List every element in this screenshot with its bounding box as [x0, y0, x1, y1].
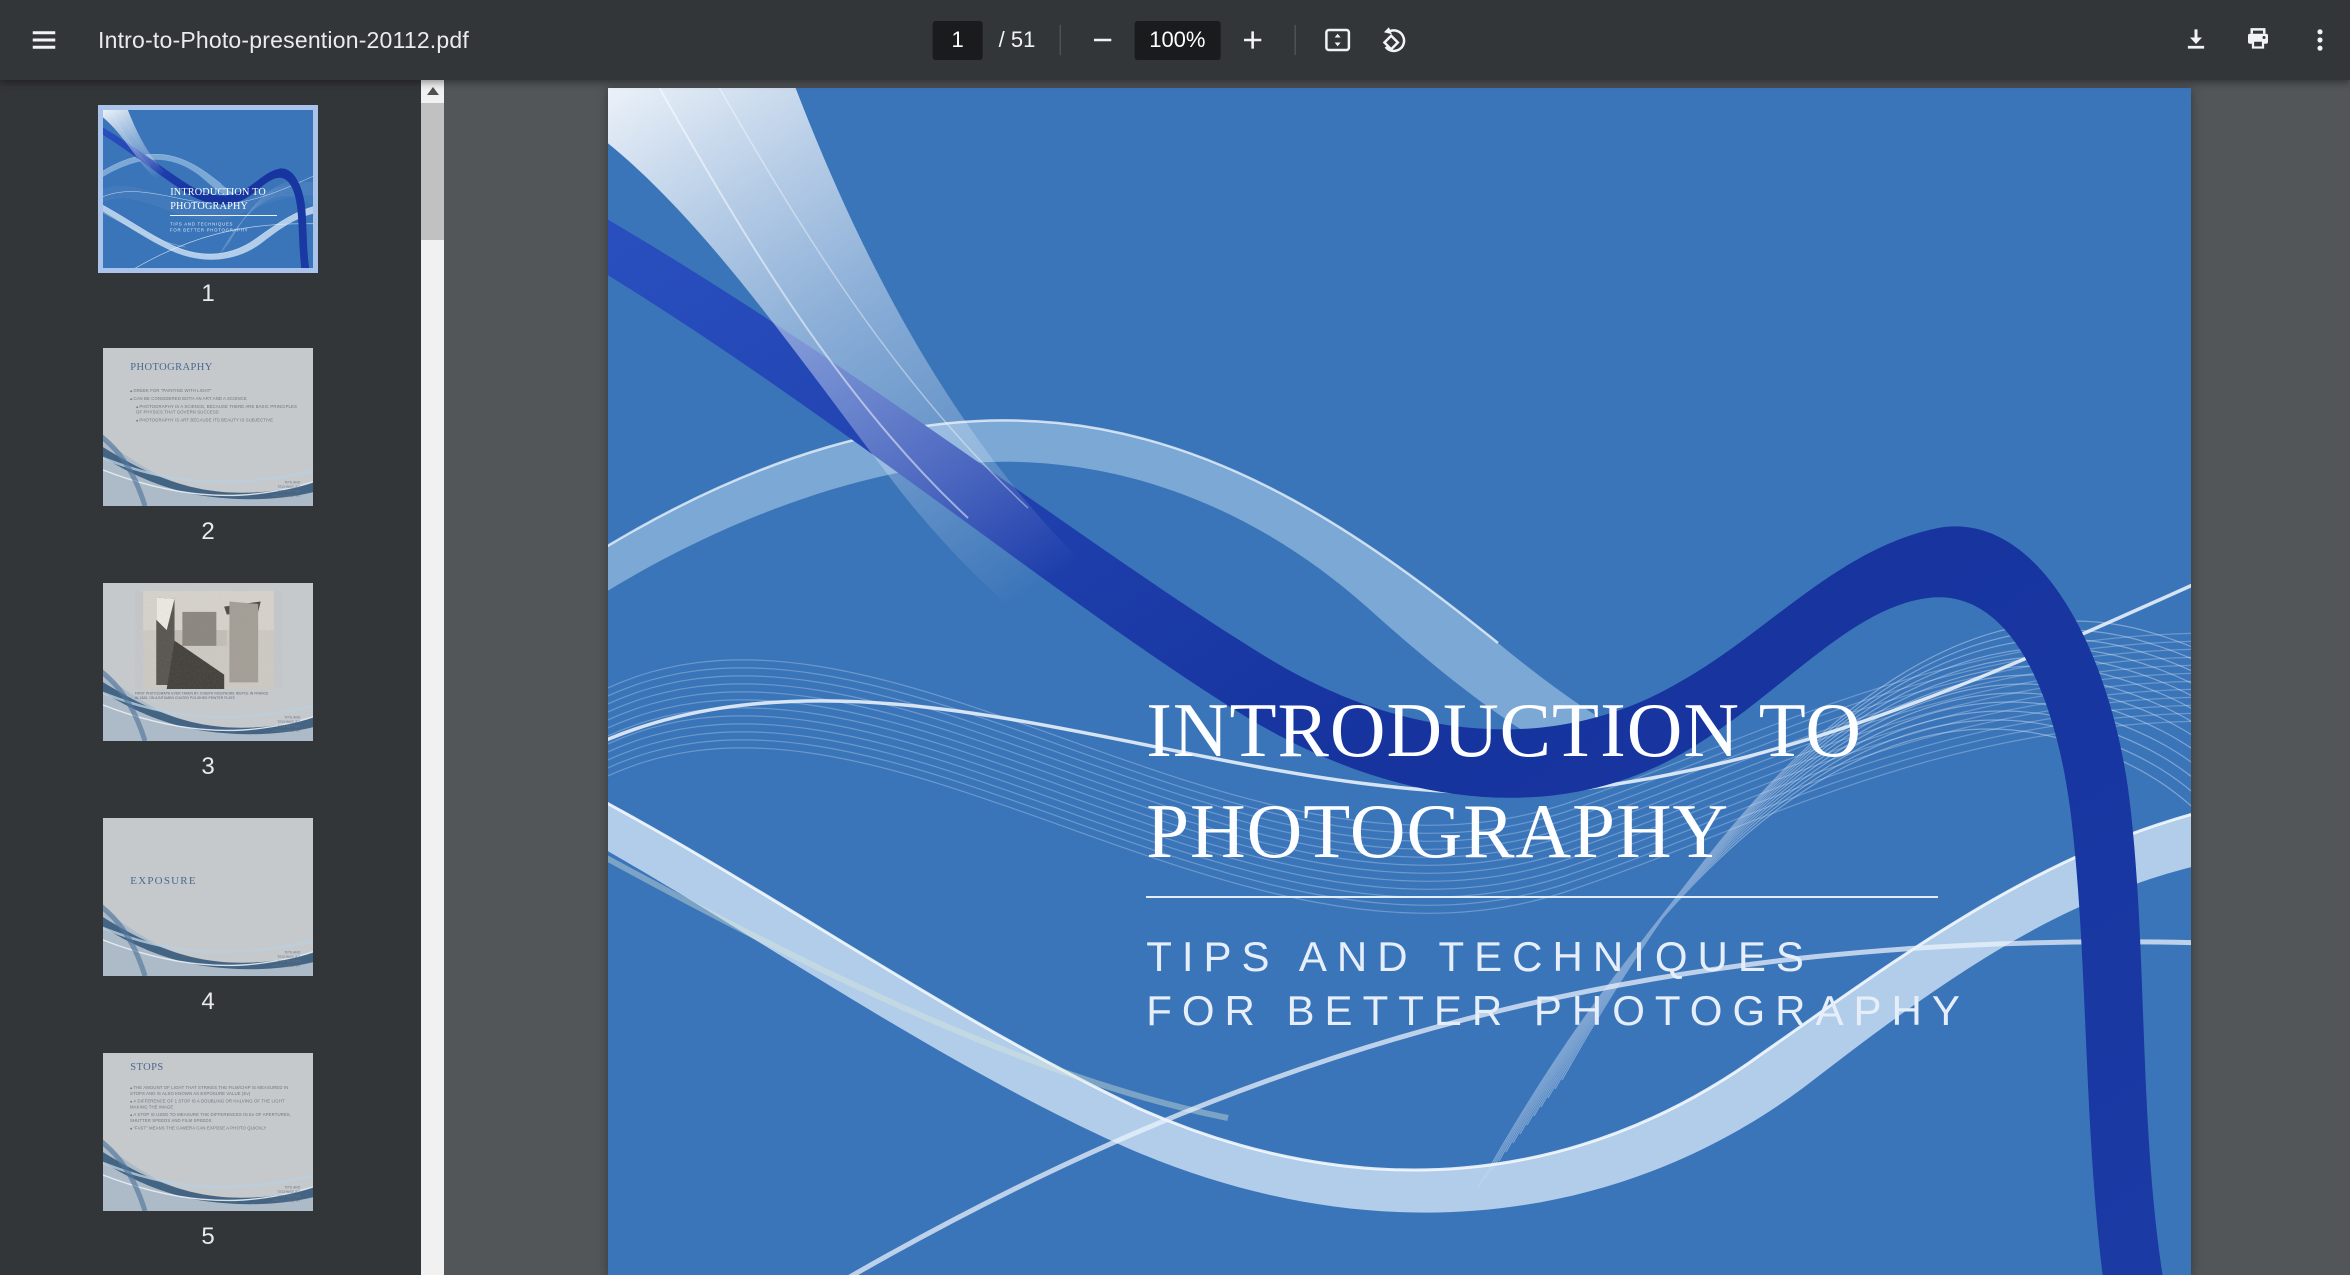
- fit-page-button[interactable]: [1313, 16, 1361, 64]
- print-button[interactable]: [2234, 16, 2282, 64]
- download-icon: [2181, 25, 2211, 55]
- print-icon: [2243, 25, 2273, 55]
- toolbar-divider: [1294, 25, 1295, 55]
- toolbar: Intro-to-Photo-presention-20112.pdf / 51: [0, 0, 2350, 80]
- thumbnail-sidebar: INTRODUCTION TO PHOTOGRAPHY TIPS AND TEC…: [0, 80, 444, 1275]
- thumb2-heading: PHOTOGRAPHY: [130, 362, 212, 373]
- document-viewport: INTRODUCTION TO PHOTOGRAPHY TIPS AND TEC…: [444, 80, 2350, 1275]
- zoom-out-icon: [1089, 27, 1115, 53]
- thumbnail-page-2[interactable]: PHOTOGRAPHY GREEK FOR "PAINTING WITH LIG…: [103, 348, 313, 506]
- thumb1-subtitle: TIPS AND TECHNIQUES FOR BETTER PHOTOGRAP…: [170, 221, 313, 233]
- slide-divider-line: [1146, 896, 1938, 898]
- thumb2-corner-note: TIPS ANDTECHNIQUES FOR BETTERPHOTOGRAPHY: [273, 480, 300, 498]
- pdf-viewer-app: Intro-to-Photo-presention-20112.pdf / 51: [0, 0, 2350, 1275]
- sidebar-scrollbar-track[interactable]: [421, 80, 444, 1275]
- pdf-page-1: INTRODUCTION TO PHOTOGRAPHY TIPS AND TEC…: [608, 88, 2191, 1275]
- historic-photo: [135, 591, 282, 689]
- thumb3-caption: FIRST PHOTOGRAPH EVER TAKEN BY JOSEPH NI…: [135, 692, 314, 701]
- slide-subtitle: TIPS AND TECHNIQUES FOR BETTER PHOTOGRAP…: [1146, 930, 1970, 1039]
- thumbnail-label-4: 4: [103, 988, 313, 1016]
- thumb5-bullets: THE AMOUNT OF LIGHT THAT STRIKES THE FIL…: [130, 1085, 298, 1133]
- thumbnail-page-4[interactable]: EXPOSURE TIPS ANDTECHNIQUES FOR BETTERPH…: [103, 818, 313, 976]
- content-area: INTRODUCTION TO PHOTOGRAPHY TIPS AND TEC…: [0, 80, 2350, 1275]
- thumb4-corner-note: TIPS ANDTECHNIQUES FOR BETTERPHOTOGRAPHY: [273, 950, 300, 968]
- menu-icon: [29, 25, 59, 55]
- thumbnail-page-1[interactable]: INTRODUCTION TO PHOTOGRAPHY TIPS AND TEC…: [98, 105, 318, 273]
- zoom-in-icon: [1239, 27, 1265, 53]
- scrollbar-up-button[interactable]: [421, 80, 444, 102]
- page-count-label: / 51: [999, 27, 1036, 53]
- sidebar-scrollbar-thumb[interactable]: [421, 103, 444, 240]
- zoom-out-button[interactable]: [1078, 16, 1126, 64]
- document-title: Intro-to-Photo-presention-20112.pdf: [98, 27, 469, 54]
- download-button[interactable]: [2172, 16, 2220, 64]
- thumbnail-label-3: 3: [103, 753, 313, 781]
- thumbnail-page-3[interactable]: FIRST PHOTOGRAPH EVER TAKEN BY JOSEPH NI…: [103, 583, 313, 741]
- fit-page-icon: [1322, 25, 1352, 55]
- thumb1-divider-line: [170, 215, 277, 216]
- toolbar-divider: [1059, 25, 1060, 55]
- thumb2-bullets: GREEK FOR "PAINTING WITH LIGHT" CAN BE C…: [130, 388, 298, 425]
- more-options-button[interactable]: [2296, 16, 2344, 64]
- thumb5-corner-note: TIPS ANDTECHNIQUES FOR BETTERPHOTOGRAPHY: [273, 1185, 300, 1203]
- thumbnail-page-5[interactable]: STOPS THE AMOUNT OF LIGHT THAT STRIKES T…: [103, 1053, 313, 1211]
- toolbar-center: / 51: [933, 16, 1418, 64]
- thumb5-heading: STOPS: [130, 1062, 163, 1073]
- slide-title: INTRODUCTION TO PHOTOGRAPHY: [1146, 680, 1862, 882]
- page-number-input[interactable]: [933, 21, 983, 60]
- toolbar-right: [2172, 16, 2344, 64]
- scrollbar-up-arrow-icon: [427, 87, 439, 95]
- thumb3-corner-note: TIPS ANDTECHNIQUES FOR BETTERPHOTOGRAPHY: [273, 715, 300, 733]
- thumb4-heading: EXPOSURE: [130, 875, 196, 887]
- zoom-level-input[interactable]: [1134, 21, 1220, 60]
- rotate-counterclockwise-icon: [1378, 25, 1408, 55]
- thumbnail-label-1: 1: [103, 280, 313, 308]
- zoom-in-button[interactable]: [1228, 16, 1276, 64]
- toolbar-left: Intro-to-Photo-presention-20112.pdf: [0, 16, 469, 64]
- thumb1-title: INTRODUCTION TO PHOTOGRAPHY: [170, 186, 266, 214]
- menu-button[interactable]: [20, 16, 68, 64]
- more-options-icon: [2306, 26, 2334, 54]
- thumbnail-label-5: 5: [103, 1223, 313, 1251]
- rotate-button[interactable]: [1369, 16, 1417, 64]
- thumbnail-label-2: 2: [103, 518, 313, 546]
